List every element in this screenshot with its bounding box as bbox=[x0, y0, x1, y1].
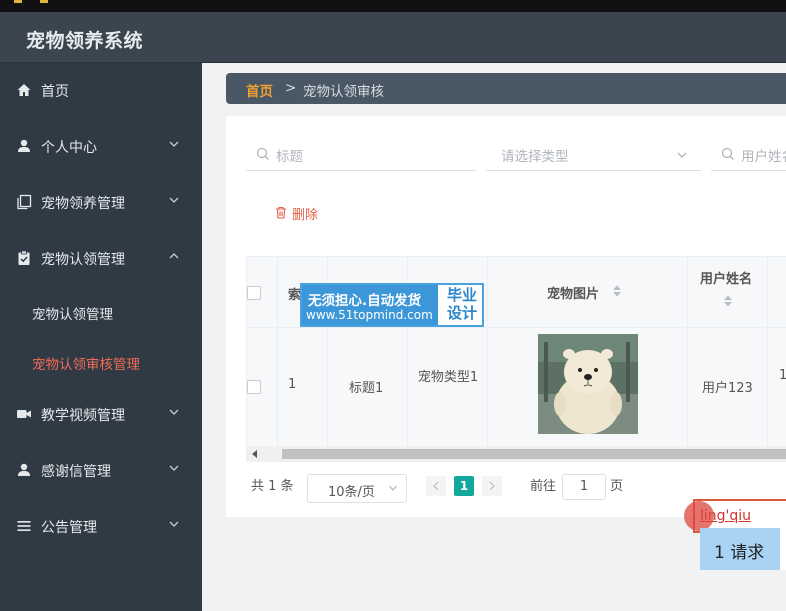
watermark-right: 毕业 设计 bbox=[442, 286, 482, 322]
home-icon bbox=[17, 84, 31, 96]
ime-candidate[interactable]: 1 请求 bbox=[700, 528, 780, 570]
table-cell-index: 1 bbox=[278, 328, 328, 446]
watermark-line2: www.51topmind.com bbox=[306, 308, 433, 322]
watermark-line1: 无须担心.自动发货 bbox=[308, 293, 422, 309]
row-checkbox[interactable] bbox=[247, 380, 261, 394]
goto-prefix: 前往 bbox=[530, 479, 557, 494]
sidebar-item-label: 宠物认领管理 bbox=[41, 252, 125, 268]
title-search-input[interactable]: 标题 bbox=[246, 138, 476, 171]
user-icon bbox=[18, 463, 30, 476]
sidebar-item-thank-you-letter[interactable]: 感谢信管理 bbox=[0, 451, 202, 491]
sort-icon[interactable] bbox=[723, 294, 733, 308]
scrollbar-thumb[interactable] bbox=[282, 449, 786, 459]
sort-icon[interactable] bbox=[612, 284, 622, 298]
window-dot bbox=[40, 0, 48, 3]
ime-candidate-text: 1 请求 bbox=[714, 543, 765, 563]
chevron-down-icon bbox=[389, 485, 397, 491]
user-icon bbox=[18, 139, 30, 152]
table-cell-index-value: 1 bbox=[288, 377, 297, 392]
sidebar-item-label: 感谢信管理 bbox=[41, 464, 111, 480]
table-header-extra bbox=[768, 257, 786, 328]
pagination-total: 共 1 条 bbox=[251, 479, 294, 494]
watermark-right-top: 毕业 bbox=[446, 286, 477, 304]
table-cell-type: 宠物类型1 bbox=[408, 328, 488, 446]
sidebar-item-label: 公告管理 bbox=[41, 520, 97, 536]
chevron-down-icon bbox=[169, 141, 179, 147]
sidebar-item-label: 教学视频管理 bbox=[41, 408, 125, 424]
title-search-placeholder: 标题 bbox=[276, 149, 303, 165]
ime-candidate-next bbox=[780, 528, 786, 570]
breadcrumb: 首页 > 宠物认领审核 bbox=[226, 73, 786, 104]
table-row bbox=[247, 328, 278, 446]
window-dot bbox=[14, 0, 22, 3]
next-page-button[interactable] bbox=[482, 476, 502, 496]
app-header: 宠物领养系统 bbox=[0, 12, 786, 63]
table-header-select bbox=[247, 257, 278, 328]
table-cell-title-value: 标题1 bbox=[349, 381, 384, 396]
type-select-placeholder: 请选择类型 bbox=[501, 149, 569, 165]
delete-button-label: 删除 bbox=[292, 208, 319, 223]
page-number-current[interactable]: 1 bbox=[454, 476, 474, 496]
copy-icon bbox=[17, 194, 32, 210]
chevron-down-icon bbox=[169, 465, 179, 471]
select-all-checkbox[interactable] bbox=[247, 286, 261, 300]
table-cell-extra: 1 bbox=[768, 328, 786, 446]
chevron-up-icon bbox=[169, 253, 179, 259]
table-header-pet-image[interactable]: 宠物图片 bbox=[488, 257, 688, 328]
page-size-select[interactable]: 10条/页 bbox=[307, 474, 407, 503]
table-header-username[interactable]: 用户姓名 bbox=[688, 257, 768, 328]
table-cell-username: 用户123 bbox=[688, 328, 768, 446]
table-cell-pet-image bbox=[488, 328, 688, 446]
goto-page-input[interactable]: 1 bbox=[562, 474, 606, 500]
trash-icon bbox=[276, 206, 286, 219]
app-title: 宠物领养系统 bbox=[26, 30, 144, 52]
sidebar-item-label: 首页 bbox=[41, 84, 69, 100]
list-icon bbox=[17, 521, 31, 531]
search-icon bbox=[256, 147, 269, 160]
clipboard-check-icon bbox=[18, 250, 30, 265]
watermark-right-bottom: 设计 bbox=[446, 304, 477, 322]
search-icon bbox=[721, 147, 734, 160]
submenu-item-pet-claim-review[interactable]: 宠物认领审核管理 bbox=[32, 353, 140, 373]
breadcrumb-home-link[interactable]: 首页 bbox=[246, 80, 273, 100]
page-size-value: 10条/页 bbox=[328, 485, 375, 500]
submenu-item-pet-claim[interactable]: 宠物认领管理 bbox=[32, 303, 113, 323]
chevron-down-icon bbox=[169, 197, 179, 203]
table-cell-username-value: 用户123 bbox=[702, 381, 753, 396]
sidebar: 首页 个人中心 宠物领养管理 宠物认领管理 宠物认领管理 宠物认领审核管理 教学… bbox=[0, 63, 202, 611]
chevron-down-icon bbox=[169, 409, 179, 415]
chevron-down-icon bbox=[169, 521, 179, 527]
window-top-strip bbox=[0, 0, 786, 12]
chevron-right-icon bbox=[489, 481, 495, 491]
table-cell-title: 标题1 bbox=[328, 328, 408, 446]
pet-image[interactable] bbox=[538, 334, 638, 434]
goto-suffix: 页 bbox=[610, 479, 624, 494]
sidebar-item-label: 个人中心 bbox=[41, 140, 97, 156]
sidebar-item-personal-center[interactable]: 个人中心 bbox=[0, 127, 202, 167]
sidebar-item-pet-claim[interactable]: 宠物认领管理 bbox=[0, 239, 202, 279]
username-search-input[interactable]: 用户姓名 bbox=[711, 138, 786, 171]
breadcrumb-separator: > bbox=[285, 80, 297, 96]
table-header-username-label: 用户姓名 bbox=[700, 272, 753, 287]
watermark-banner: 无须担心.自动发货 www.51topmind.com 毕业 设计 bbox=[300, 283, 484, 327]
chevron-left-icon bbox=[433, 481, 439, 491]
username-search-placeholder: 用户姓名 bbox=[741, 149, 786, 165]
video-camera-icon bbox=[17, 410, 31, 418]
sidebar-item-home[interactable]: 首页 bbox=[0, 71, 202, 111]
breadcrumb-current: 宠物认领审核 bbox=[303, 84, 384, 100]
sidebar-item-label: 宠物领养管理 bbox=[41, 196, 125, 212]
scroll-left-arrow-icon[interactable] bbox=[252, 450, 257, 458]
horizontal-scrollbar[interactable] bbox=[246, 446, 786, 462]
watermark-left: 无须担心.自动发货 www.51topmind.com bbox=[302, 285, 438, 325]
prev-page-button[interactable] bbox=[426, 476, 446, 496]
sidebar-item-announcement[interactable]: 公告管理 bbox=[0, 507, 202, 547]
table-cell-extra-value: 1 bbox=[779, 368, 786, 383]
table-cell-type-value: 宠物类型1 bbox=[417, 370, 479, 385]
chevron-down-icon bbox=[677, 152, 687, 158]
type-select[interactable]: 请选择类型 bbox=[486, 138, 701, 171]
sidebar-item-teaching-video[interactable]: 教学视频管理 bbox=[0, 395, 202, 435]
sidebar-item-pet-adoption[interactable]: 宠物领养管理 bbox=[0, 183, 202, 223]
table-header-pet-image-label: 宠物图片 bbox=[547, 287, 600, 302]
ime-cursor-indicator bbox=[684, 501, 714, 531]
